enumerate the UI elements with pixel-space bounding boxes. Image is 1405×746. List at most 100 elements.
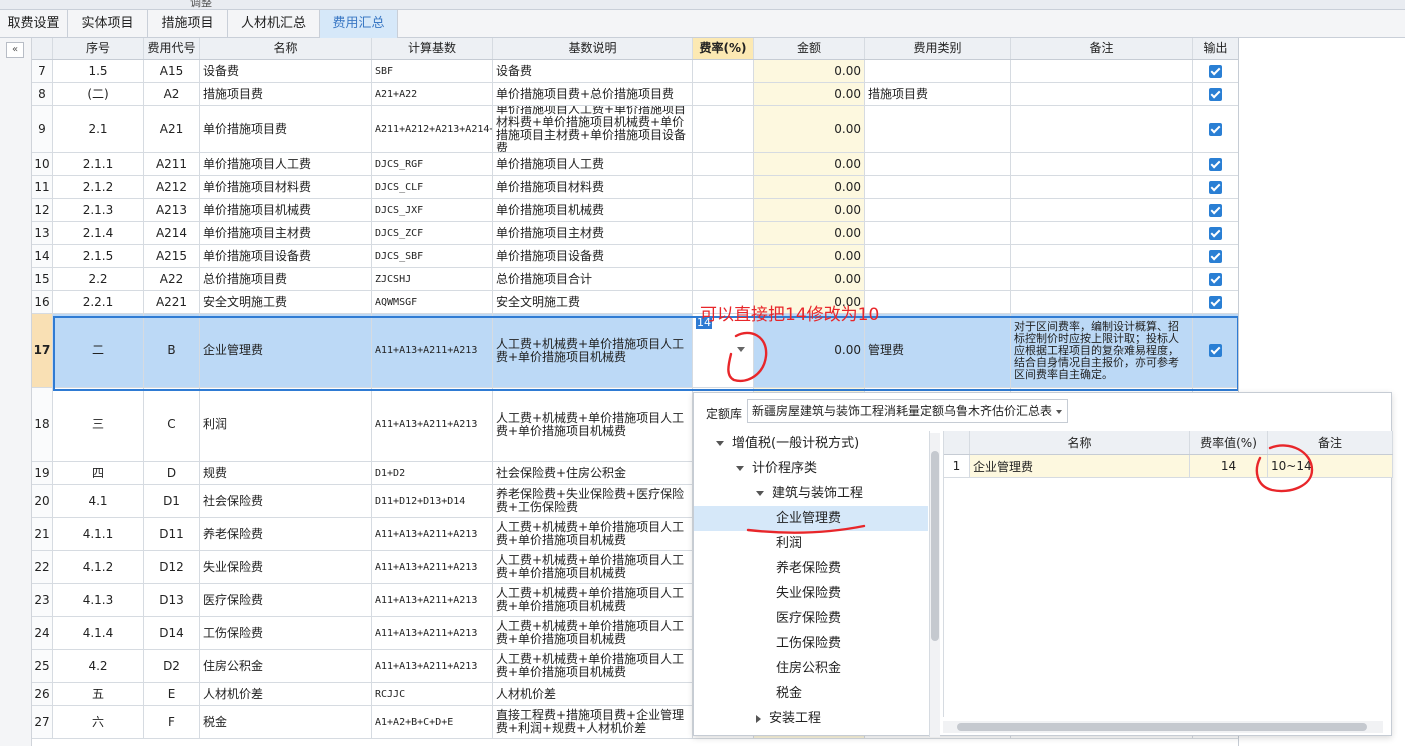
note-cell[interactable] [1011, 176, 1193, 198]
rate-table-hscrollbar[interactable] [943, 721, 1383, 733]
category-cell[interactable] [865, 245, 1011, 267]
output-cell[interactable] [1193, 60, 1238, 82]
base-desc-cell[interactable]: 单价措施项目人工费 [493, 153, 693, 175]
tab-labor-material-summary[interactable]: 人材机汇总 [228, 10, 320, 38]
name-cell[interactable]: 单价措施项目设备费 [200, 245, 372, 267]
fee-rate-cell[interactable] [693, 153, 754, 175]
base-cell[interactable]: A21+A22 [372, 83, 493, 105]
output-cell[interactable] [1193, 106, 1238, 152]
tree-item[interactable]: 增值税(一般计税方式) [694, 431, 928, 456]
amount-cell[interactable]: 0.00 [754, 268, 865, 290]
fee-rate-cell[interactable] [693, 176, 754, 198]
base-cell[interactable]: DJCS_CLF [372, 176, 493, 198]
base-cell[interactable]: A11+A13+A211+A213 [372, 388, 493, 461]
tab-entity-items[interactable]: 实体项目 [68, 10, 148, 38]
output-cell[interactable] [1193, 222, 1238, 244]
table-row[interactable]: 92.1A21单价措施项目费A211+A212+A213+A214+A215单价… [32, 106, 1238, 153]
output-cell[interactable] [1193, 245, 1238, 267]
table-row[interactable]: 10 2.1.1 A211 单价措施项目人工费 DJCS_RGF 单价措施项目人工费 0.0… [32, 153, 1238, 176]
note-cell[interactable] [1011, 83, 1193, 105]
seq-cell[interactable]: 三 [53, 388, 144, 461]
name-cell[interactable]: 社会保险费 [200, 485, 372, 517]
note-cell[interactable] [1011, 245, 1193, 267]
rate-row-value[interactable]: 14 [1190, 455, 1268, 477]
tree-item[interactable]: 税金 [694, 681, 928, 706]
category-cell[interactable] [865, 291, 1011, 313]
tab-measure-items[interactable]: 措施项目 [148, 10, 228, 38]
base-desc-cell[interactable]: 单价措施项目费+总价措施项目费 [493, 83, 693, 105]
tree-item[interactable]: 建筑与装饰工程 [694, 481, 928, 506]
name-cell[interactable]: 安全文明施工费 [200, 291, 372, 313]
seq-cell[interactable]: 六 [53, 706, 144, 738]
col-header-fee-rate[interactable]: 费率(%) [693, 38, 754, 59]
category-cell[interactable] [865, 60, 1011, 82]
seq-cell[interactable]: 4.1.2 [53, 551, 144, 583]
code-cell[interactable]: A221 [144, 291, 200, 313]
base-desc-cell[interactable]: 单价措施项目材料费 [493, 176, 693, 198]
base-cell[interactable]: ZJCSHJ [372, 268, 493, 290]
seq-cell[interactable]: 2.1 [53, 106, 144, 152]
col-header-output[interactable]: 输出 [1193, 38, 1238, 59]
code-cell[interactable]: B [144, 314, 200, 387]
output-checkbox[interactable] [1209, 203, 1222, 217]
base-cell[interactable]: DJCS_ZCF [372, 222, 493, 244]
output-checkbox[interactable] [1209, 180, 1222, 194]
name-cell[interactable]: 单价措施项目材料费 [200, 176, 372, 198]
output-cell[interactable] [1193, 314, 1238, 387]
base-cell[interactable]: DJCS_RGF [372, 153, 493, 175]
seq-cell[interactable]: 2.1.3 [53, 199, 144, 221]
base-desc-cell[interactable]: 人工费+机械费+单价措施项目人工费+单价措施项目机械费 [493, 388, 693, 461]
name-cell[interactable]: 单价措施项目人工费 [200, 153, 372, 175]
rate-row-name[interactable]: 企业管理费 [970, 455, 1190, 477]
seq-cell[interactable]: 4.1 [53, 485, 144, 517]
code-cell[interactable]: A212 [144, 176, 200, 198]
base-desc-cell[interactable]: 人工费+机械费+单价措施项目人工费+单价措施项目机械费 [493, 584, 693, 616]
code-cell[interactable]: A211 [144, 153, 200, 175]
seq-cell[interactable]: (二) [53, 83, 144, 105]
amount-cell[interactable]: 0.00 [754, 83, 865, 105]
col-header-code[interactable]: 费用代号 [144, 38, 200, 59]
tree-item[interactable]: 安装工程 [694, 706, 928, 731]
output-cell[interactable] [1193, 268, 1238, 290]
note-cell[interactable] [1011, 106, 1193, 152]
amount-cell[interactable]: 0.00 [754, 60, 865, 82]
base-desc-cell[interactable]: 社会保险费+住房公积金 [493, 462, 693, 484]
fee-rate-cell[interactable] [693, 60, 754, 82]
rate-table-row[interactable]: 1 企业管理费 14 10~14 [944, 455, 1393, 478]
name-cell[interactable]: 规费 [200, 462, 372, 484]
base-cell[interactable]: RCJJC [372, 683, 493, 705]
tab-fee-settings[interactable]: 取费设置 [0, 10, 68, 38]
base-cell[interactable]: DJCS_SBF [372, 245, 493, 267]
base-cell[interactable]: D1+D2 [372, 462, 493, 484]
code-cell[interactable]: A21 [144, 106, 200, 152]
col-header-note[interactable]: 备注 [1011, 38, 1193, 59]
category-cell[interactable] [865, 222, 1011, 244]
output-checkbox[interactable] [1209, 249, 1222, 263]
name-cell[interactable]: 利润 [200, 388, 372, 461]
category-cell[interactable]: 措施项目费 [865, 83, 1011, 105]
output-checkbox[interactable] [1209, 122, 1222, 136]
tree-item[interactable]: 利润 [694, 531, 928, 556]
note-cell[interactable] [1011, 291, 1193, 313]
seq-cell[interactable]: 2.1.4 [53, 222, 144, 244]
table-row[interactable]: 8 (二) A2 措施项目费 A21+A22 单价措施项目费+总价措施项目费 0.00 措施项… [32, 83, 1238, 106]
output-checkbox[interactable] [1209, 64, 1222, 78]
table-row[interactable]: 12 2.1.3 A213 单价措施项目机械费 DJCS_JXF 单价措施项目机械费 0.0… [32, 199, 1238, 222]
code-cell[interactable]: F [144, 706, 200, 738]
amount-cell[interactable]: 0.00 [754, 199, 865, 221]
seq-cell[interactable]: 2.1.1 [53, 153, 144, 175]
name-cell[interactable]: 单价措施项目主材费 [200, 222, 372, 244]
code-cell[interactable]: D12 [144, 551, 200, 583]
output-checkbox[interactable] [1209, 272, 1222, 286]
base-cell[interactable]: A11+A13+A211+A213 [372, 314, 493, 387]
tree-item[interactable]: 养老保险费 [694, 556, 928, 581]
base-cell[interactable]: A211+A212+A213+A214+A215 [372, 106, 493, 152]
tree-item[interactable]: 工伤保险费 [694, 631, 928, 656]
fee-rate-cell[interactable] [693, 199, 754, 221]
table-row[interactable]: 17 二 B 企业管理费 A11+A13+A211+A213 人工费+机械费+单价措施项目… [32, 314, 1238, 388]
name-cell[interactable]: 失业保险费 [200, 551, 372, 583]
base-desc-cell[interactable]: 人工费+机械费+单价措施项目人工费+单价措施项目机械费 [493, 551, 693, 583]
note-cell[interactable] [1011, 153, 1193, 175]
table-row[interactable]: 11 2.1.2 A212 单价措施项目材料费 DJCS_CLF 单价措施项目材料费 0.0… [32, 176, 1238, 199]
seq-cell[interactable]: 4.1.3 [53, 584, 144, 616]
